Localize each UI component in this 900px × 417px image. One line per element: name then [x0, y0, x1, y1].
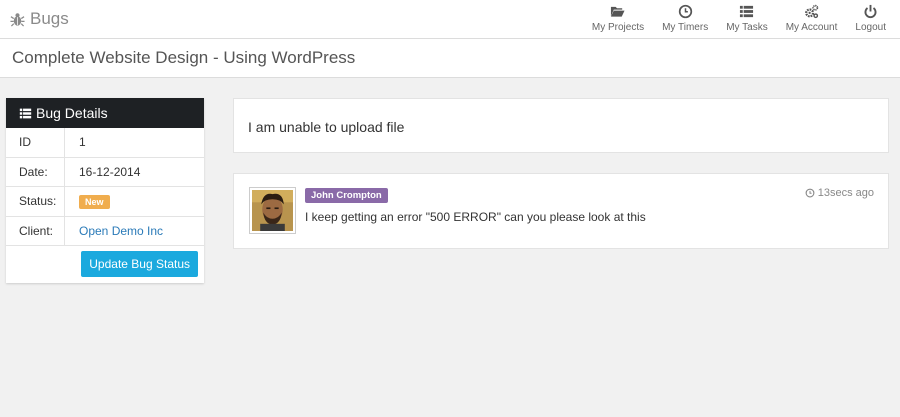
timestamp-text: 13secs ago [817, 187, 874, 199]
panel-heading: Bug Details [6, 98, 204, 128]
nav-logout[interactable]: Logout [855, 3, 886, 33]
detail-row-client: Client: Open Demo Inc [6, 216, 204, 246]
gears-icon [805, 4, 819, 19]
top-navbar: Bugs My Projects My Timers My Tasks My A… [0, 0, 900, 39]
bug-icon [10, 12, 25, 26]
client-link[interactable]: Open Demo Inc [79, 224, 163, 238]
folder-open-icon [611, 6, 625, 17]
clock-icon [678, 4, 692, 19]
detail-key: ID [6, 128, 65, 157]
main-nav: My Projects My Timers My Tasks My Accoun… [574, 3, 886, 33]
clock-icon [805, 188, 815, 198]
nav-label: My Projects [591, 22, 645, 33]
detail-row-status: Status: New [6, 187, 204, 217]
list-icon [740, 5, 754, 18]
nav-label: My Timers [662, 22, 709, 33]
page-header: Complete Website Design - Using WordPres… [0, 39, 900, 78]
panel-title: Bug Details [36, 105, 108, 121]
nav-label: Logout [855, 22, 886, 33]
avatar [249, 187, 296, 234]
nav-label: My Account [785, 22, 838, 33]
user-photo [252, 190, 293, 231]
comment-message: I keep getting an error "500 ERROR" can … [305, 210, 646, 224]
issue-card: I am unable to upload file [233, 98, 889, 153]
status-badge: New [79, 195, 110, 210]
detail-key: Date: [6, 157, 65, 186]
detail-value: Open Demo Inc [65, 224, 163, 238]
power-icon [864, 4, 877, 19]
detail-value: New [65, 194, 110, 210]
panel-footer: Update Bug Status [6, 246, 204, 283]
nav-my-tasks[interactable]: My Tasks [726, 3, 768, 33]
update-bug-status-button[interactable]: Update Bug Status [81, 251, 198, 277]
nav-my-projects[interactable]: My Projects [592, 3, 644, 33]
comment-card: John Crompton I keep getting an error "5… [233, 173, 889, 249]
brand-name: Bugs [30, 9, 69, 28]
author-badge: John Crompton [305, 188, 388, 203]
nav-label: My Tasks [726, 22, 768, 33]
detail-key: Client: [6, 216, 65, 245]
issue-description: I am unable to upload file [248, 119, 405, 135]
brand[interactable]: Bugs [10, 9, 69, 29]
detail-value: 16-12-2014 [79, 164, 141, 179]
detail-key: Status: [6, 187, 65, 216]
detail-row-date: Date: 16-12-2014 [6, 157, 204, 187]
bug-details-panel: Bug Details ID 1 Date: 16-12-2014 Status… [6, 98, 204, 283]
list-icon [19, 108, 32, 118]
page-title: Complete Website Design - Using WordPres… [12, 48, 356, 67]
nav-my-timers[interactable]: My Timers [662, 3, 708, 33]
comment-timestamp: 13secs ago [805, 187, 874, 199]
detail-row-id: ID 1 [6, 128, 204, 158]
detail-value: 1 [79, 135, 86, 150]
nav-my-account[interactable]: My Account [785, 3, 838, 33]
